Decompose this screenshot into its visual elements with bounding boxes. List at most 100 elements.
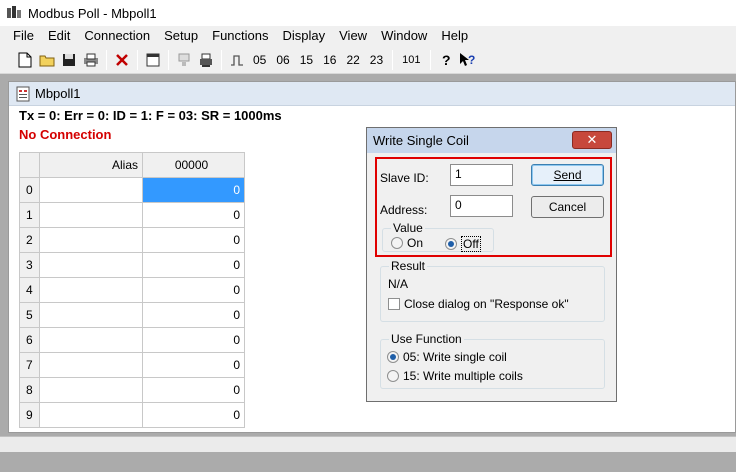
send-button-label: Send <box>553 168 582 182</box>
fc-22-button[interactable]: 22 <box>341 49 364 71</box>
row-index: 5 <box>19 302 40 328</box>
toolbar-separator <box>106 49 107 70</box>
pulse-icon[interactable] <box>226 49 248 71</box>
title-bar: Modbus Poll - Mbpoll1 <box>0 0 736 26</box>
value-cell[interactable]: 0 <box>142 252 245 278</box>
fc-06-button[interactable]: 06 <box>271 49 294 71</box>
alias-cell[interactable] <box>39 177 143 203</box>
radio-on[interactable]: On <box>391 236 423 250</box>
table-row: 7 0 <box>19 352 245 378</box>
close-icon[interactable]: ✕ <box>572 131 612 149</box>
value-cell[interactable]: 0 <box>142 402 245 428</box>
row-index: 6 <box>19 327 40 353</box>
value-cell[interactable]: 0 <box>142 202 245 228</box>
alias-cell[interactable] <box>39 202 143 228</box>
alias-cell[interactable] <box>39 227 143 253</box>
checkbox-icon <box>388 298 400 310</box>
value-cell[interactable]: 0 <box>142 177 245 203</box>
value-cell[interactable]: 0 <box>142 352 245 378</box>
open-folder-icon[interactable] <box>36 49 58 71</box>
menu-connection[interactable]: Connection <box>77 26 157 46</box>
menu-help[interactable]: Help <box>434 26 475 46</box>
new-file-icon[interactable] <box>14 49 36 71</box>
toolbar: 05 06 15 16 22 23 101 ? ? <box>0 46 736 74</box>
menu-functions[interactable]: Functions <box>205 26 275 46</box>
row-index: 8 <box>19 377 40 403</box>
fc-15-button[interactable]: 15 <box>295 49 318 71</box>
grid-header-row: Alias 00000 <box>19 152 245 178</box>
child-title: Mbpoll1 <box>35 86 81 101</box>
alias-cell[interactable] <box>39 352 143 378</box>
alias-cell[interactable] <box>39 402 143 428</box>
radio-on-label: On <box>407 236 424 250</box>
grid-corner <box>19 152 40 178</box>
window-icon[interactable] <box>142 49 164 71</box>
result-group-label: Result <box>389 259 428 273</box>
radio-selected-icon <box>445 238 457 250</box>
value-cell[interactable]: 0 <box>142 277 245 303</box>
toolbar-separator <box>429 49 431 70</box>
fc-05-button[interactable]: 05 <box>248 49 271 71</box>
menu-file[interactable]: File <box>6 26 41 46</box>
alias-cell[interactable] <box>39 277 143 303</box>
svg-text:?: ? <box>442 52 451 68</box>
table-row: 9 0 <box>19 402 245 428</box>
alias-cell[interactable] <box>39 302 143 328</box>
alias-cell[interactable] <box>39 377 143 403</box>
save-icon[interactable] <box>58 49 80 71</box>
toolbar-separator <box>137 49 138 70</box>
menu-window[interactable]: Window <box>374 26 434 46</box>
close-dialog-label: Close dialog on "Response ok" <box>404 297 569 311</box>
svg-text:?: ? <box>468 53 475 67</box>
write-single-coil-dialog: Write Single Coil ✕ Slave ID: 1 Address:… <box>366 127 617 402</box>
radio-off[interactable]: Off <box>445 236 481 252</box>
horizontal-scrollbar[interactable] <box>0 436 736 452</box>
context-help-icon[interactable]: ? <box>457 49 479 71</box>
alias-cell[interactable] <box>39 327 143 353</box>
menu-setup[interactable]: Setup <box>157 26 205 46</box>
status-line: Tx = 0: Err = 0: ID = 1: F = 03: SR = 10… <box>19 108 282 123</box>
alias-header[interactable]: Alias <box>39 152 143 178</box>
register-grid: Alias 00000 0 0 1 0 2 0 3 0 4 0 5 0 6 0 … <box>19 152 245 428</box>
delete-icon[interactable] <box>111 49 133 71</box>
value-cell[interactable]: 0 <box>142 327 245 353</box>
radio-func-15[interactable]: 15: Write multiple coils <box>387 369 523 383</box>
menu-view[interactable]: View <box>332 26 374 46</box>
table-row: 6 0 <box>19 327 245 353</box>
row-index: 3 <box>19 252 40 278</box>
value-cell[interactable]: 0 <box>142 302 245 328</box>
toolbar-separator <box>392 49 394 70</box>
document-icon <box>16 86 30 101</box>
slave-id-field[interactable]: 1 <box>450 164 513 186</box>
row-index: 7 <box>19 352 40 378</box>
toolbar-separator <box>221 49 222 70</box>
help-icon[interactable]: ? <box>435 49 457 71</box>
row-index: 4 <box>19 277 40 303</box>
menu-display[interactable]: Display <box>276 26 333 46</box>
menu-edit[interactable]: Edit <box>41 26 77 46</box>
fc-16-button[interactable]: 16 <box>318 49 341 71</box>
print-icon[interactable] <box>80 49 102 71</box>
value-cell[interactable]: 0 <box>142 227 245 253</box>
cancel-button[interactable]: Cancel <box>531 196 604 218</box>
send-button[interactable]: Send <box>531 164 604 186</box>
table-row: 0 0 <box>19 177 245 203</box>
disconnect-icon[interactable] <box>195 49 217 71</box>
fc-23-button[interactable]: 23 <box>365 49 388 71</box>
value-cell[interactable]: 0 <box>142 377 245 403</box>
result-group: Result <box>380 259 605 322</box>
table-row: 3 0 <box>19 252 245 278</box>
close-dialog-checkbox[interactable]: Close dialog on "Response ok" <box>388 297 569 311</box>
row-index: 2 <box>19 227 40 253</box>
value-header[interactable]: 00000 <box>142 152 245 178</box>
toolbar-separator <box>168 49 169 70</box>
address-field[interactable]: 0 <box>450 195 513 217</box>
connect-icon[interactable] <box>173 49 195 71</box>
row-index: 0 <box>19 177 40 203</box>
table-row: 1 0 <box>19 202 245 228</box>
window-title: Modbus Poll - Mbpoll1 <box>28 5 157 21</box>
radio-func-05[interactable]: 05: Write single coil <box>387 350 507 364</box>
table-row: 2 0 <box>19 227 245 253</box>
fc-101-button[interactable]: 101 <box>397 49 425 71</box>
alias-cell[interactable] <box>39 252 143 278</box>
